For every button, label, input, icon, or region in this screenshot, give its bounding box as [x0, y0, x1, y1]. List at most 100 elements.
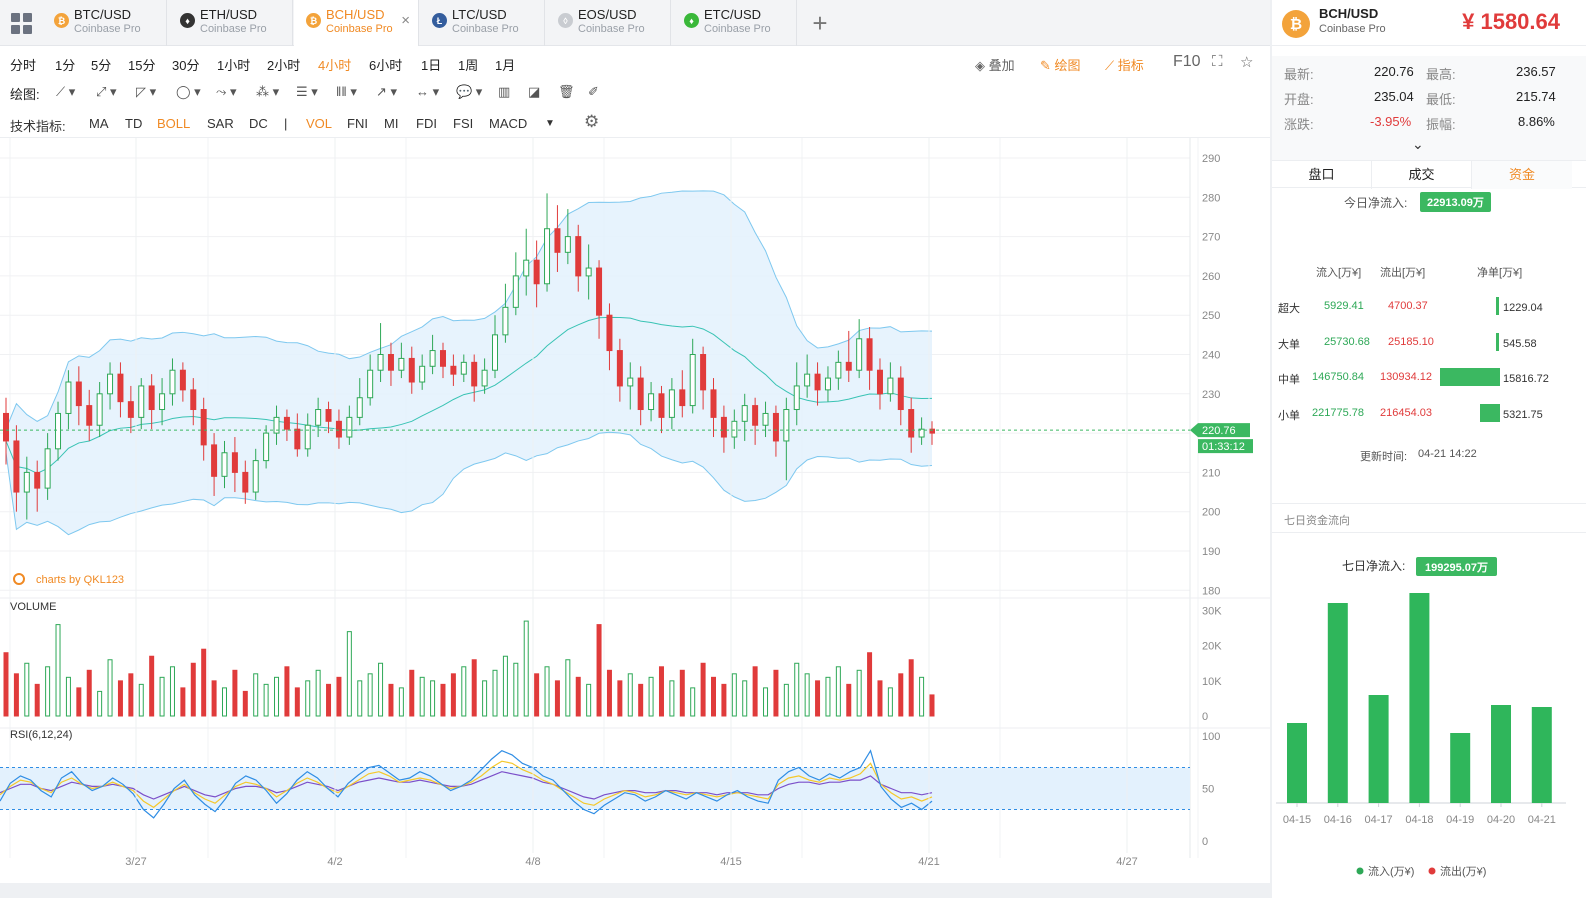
draw-button[interactable]: ✎ 绘图 [1040, 55, 1081, 74]
bars-tool-icon[interactable]: ▥ [498, 84, 510, 100]
high-value: 236.57 [1516, 64, 1556, 79]
star-icon[interactable]: ☆ [1240, 53, 1253, 71]
indicator-button[interactable]: ⟋ 指标 [1105, 55, 1144, 74]
panel-tab-1[interactable]: 成交 [1372, 161, 1472, 189]
volume-bar [752, 666, 758, 717]
volume-bar [794, 662, 800, 717]
indicator-td[interactable]: TD [125, 116, 142, 131]
measure-tool-icon[interactable]: ↔ ▾ [416, 84, 439, 100]
tab-btc-usd[interactable]: ₿ BTC/USD Coinbase Pro [42, 0, 167, 46]
price-tick: 240 [1202, 350, 1220, 362]
tab-ltc-usd[interactable]: Ł LTC/USD Coinbase Pro [420, 0, 545, 46]
week-bar [1531, 707, 1552, 803]
add-tab-icon[interactable]: + [798, 0, 842, 46]
timeframe-1[interactable]: 1分 [55, 55, 75, 74]
coin-icon: ◊ [558, 13, 573, 28]
timeframe-8[interactable]: 6小时 [369, 55, 402, 74]
timeframe-11[interactable]: 1月 [495, 55, 515, 74]
indicator-macd[interactable]: MACD [489, 116, 527, 131]
indicator-fni[interactable]: FNI [347, 116, 368, 131]
indicator-sar[interactable]: SAR [207, 116, 234, 131]
candle-body [335, 420, 342, 438]
change-label: 涨跌: [1284, 117, 1314, 132]
panel-tab-2[interactable]: 资金 [1472, 161, 1572, 189]
pattern-tool-icon[interactable]: ⁂ ▾ [256, 84, 279, 100]
volume-bar [534, 673, 540, 717]
trash-icon[interactable]: 🗑 [558, 84, 575, 100]
arrow-tool-icon[interactable]: ↗ ▾ [376, 84, 397, 100]
tab-bch-usd[interactable]: ₿ BCH/USD Coinbase Pro × [294, 0, 419, 46]
indicator-vol[interactable]: VOL [306, 116, 332, 131]
price-tick: 190 [1202, 546, 1220, 558]
volume-bar [825, 676, 831, 717]
ray-tool-icon[interactable]: ⤢ ▾ [96, 84, 117, 100]
price-tick: 250 [1202, 310, 1220, 322]
last-price-text: 220.76 [1202, 425, 1236, 437]
grid-menu-icon[interactable] [0, 0, 42, 46]
legend-out-dot [1428, 867, 1436, 875]
timeframe-3[interactable]: 15分 [128, 55, 155, 74]
indicator-dc[interactable]: DC [249, 116, 268, 131]
kline-chart[interactable]: 290280270260250240230220210200190180220.… [0, 138, 1270, 883]
candle-body [564, 236, 571, 253]
candle-body [710, 389, 717, 418]
chart-tool-icon[interactable]: ◪ [528, 84, 540, 100]
more-indicators-icon[interactable]: ▼ [545, 118, 555, 129]
tab-eth-usd[interactable]: ♦ ETH/USD Coinbase Pro [168, 0, 293, 46]
wave-tool-icon[interactable]: ⤳ ▾ [216, 84, 237, 100]
panel-tab-0[interactable]: 盘口 [1272, 161, 1372, 189]
week-bar [1409, 593, 1430, 803]
price-tick: 180 [1202, 585, 1220, 597]
ticker-exchange: Coinbase Pro [1319, 23, 1386, 35]
timeframe-10[interactable]: 1周 [458, 55, 478, 74]
f10-button[interactable]: F10 [1173, 53, 1201, 71]
indicator-boll[interactable]: BOLL [157, 116, 190, 131]
overlay-button[interactable]: ◈ 叠加 [975, 55, 1015, 74]
legend-in-dot [1356, 867, 1364, 875]
close-icon[interactable]: × [401, 12, 410, 29]
volume-bar [492, 669, 498, 717]
timeframe-5[interactable]: 1小时 [217, 55, 250, 74]
candle-body [138, 385, 145, 418]
volume-bar [898, 673, 904, 717]
price-chart-area[interactable]: 290280270260250240230220210200190180220.… [0, 138, 1270, 883]
line-tool-icon[interactable]: ⟋ ▾ [56, 84, 75, 100]
volume-bar [929, 694, 935, 717]
watermark: charts by QKL123 [36, 574, 124, 586]
volume-bar [346, 631, 352, 717]
fullscreen-icon[interactable]: ⛶ [1212, 53, 1223, 70]
boll-band [6, 190, 932, 535]
channel-tool-icon[interactable]: ◸ ▾ [136, 84, 156, 100]
candle-body [148, 385, 155, 411]
timeframe-6[interactable]: 2小时 [267, 55, 300, 74]
fib-tool-icon[interactable]: ☰ ▾ [296, 84, 318, 100]
indicator-fdi[interactable]: FDI [416, 116, 437, 131]
candle-body [606, 314, 613, 352]
eraser-icon[interactable]: ✐ [588, 84, 599, 100]
indicator-ma[interactable]: MA [89, 116, 109, 131]
timeframe-0[interactable]: 分时 [10, 55, 36, 74]
candle-body [908, 409, 915, 438]
flow-row-in: 146750.84 [1312, 371, 1364, 383]
note-tool-icon[interactable]: 💬 ▾ [456, 84, 482, 100]
volume-bar [128, 673, 134, 717]
timeframe-7[interactable]: 4小时 [318, 55, 351, 74]
rsi-tick: 50 [1202, 784, 1214, 796]
tab-eos-usd[interactable]: ◊ EOS/USD Coinbase Pro [546, 0, 671, 46]
candle-body [356, 397, 363, 418]
candle-body [523, 259, 530, 277]
volume-bar [253, 673, 259, 717]
timeframe-4[interactable]: 30分 [172, 55, 199, 74]
week-date-label: 04-15 [1283, 814, 1311, 826]
tab-etc-usd[interactable]: ♦ ETC/USD Coinbase Pro [672, 0, 797, 46]
indicator-mi[interactable]: MI [384, 116, 398, 131]
shape-tool-icon[interactable]: ◯ ▾ [176, 84, 201, 100]
timeframe-9[interactable]: 1日 [421, 55, 441, 74]
timeframe-2[interactable]: 5分 [91, 55, 111, 74]
indicator-fsi[interactable]: FSI [453, 116, 473, 131]
gear-icon[interactable]: ⚙ [584, 112, 599, 132]
countdown-text: 01:33:12 [1202, 441, 1245, 453]
gann-tool-icon[interactable]: ‖‖ ▾ [336, 84, 357, 100]
chevron-down-icon[interactable]: ⌄ [1412, 136, 1424, 153]
week-bar [1287, 723, 1307, 803]
